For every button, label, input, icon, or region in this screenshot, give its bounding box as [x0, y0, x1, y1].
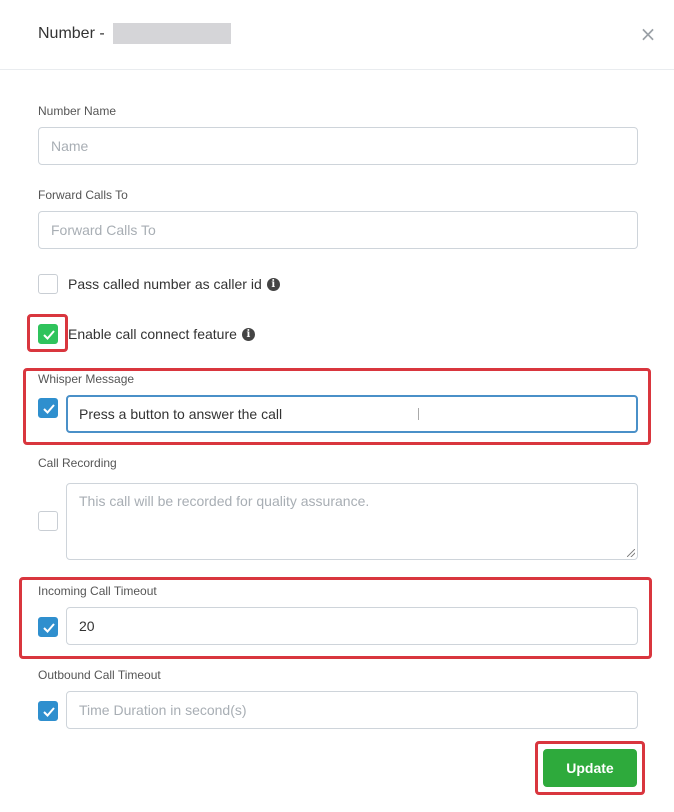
recording-checkbox[interactable]: [38, 511, 58, 531]
incoming-timeout-label: Incoming Call Timeout: [38, 584, 157, 598]
forward-calls-label: Forward Calls To: [38, 188, 128, 202]
outbound-timeout-label: Outbound Call Timeout: [38, 668, 161, 682]
incoming-timeout-checkbox[interactable]: [38, 617, 58, 637]
recording-textarea[interactable]: This call will be recorded for quality a…: [66, 483, 638, 560]
check-icon: [43, 623, 55, 633]
modal-header: Number - ×: [0, 0, 674, 70]
outbound-timeout-checkbox[interactable]: [38, 701, 58, 721]
info-icon[interactable]: i: [266, 277, 280, 291]
update-button[interactable]: Update: [543, 749, 637, 787]
check-icon: [43, 404, 55, 414]
highlight-call-connect: [27, 314, 68, 352]
redacted-number: [112, 23, 231, 44]
close-icon[interactable]: ×: [638, 24, 658, 44]
incoming-timeout-input[interactable]: 20: [66, 607, 638, 645]
modal-title-text: Number -: [38, 24, 105, 42]
recording-label: Call Recording: [38, 456, 117, 470]
info-icon[interactable]: i: [241, 327, 255, 341]
call-connect-row: Enable call connect feature i: [68, 326, 255, 342]
recording-placeholder: This call will be recorded for quality a…: [79, 493, 370, 509]
outbound-timeout-input[interactable]: Time Duration in second(s): [66, 691, 638, 729]
modal-title: Number -: [38, 23, 231, 44]
pass-caller-id-label: Pass called number as caller id: [68, 276, 262, 292]
whisper-label: Whisper Message: [38, 372, 135, 386]
pass-caller-id-checkbox[interactable]: [38, 274, 58, 294]
whisper-input[interactable]: Press a button to answer the call: [66, 395, 638, 433]
whisper-checkbox[interactable]: [38, 398, 58, 418]
check-icon: [43, 707, 55, 717]
call-connect-label: Enable call connect feature: [68, 326, 237, 342]
pass-caller-id-row: Pass called number as caller id i: [68, 276, 280, 292]
resize-handle[interactable]: [627, 549, 635, 557]
number-modal: Number - × Number Name Name Forward Call…: [0, 0, 674, 812]
forward-calls-input[interactable]: Forward Calls To: [38, 211, 638, 249]
text-cursor: [418, 408, 424, 420]
number-name-label: Number Name: [38, 104, 117, 118]
number-name-input[interactable]: Name: [38, 127, 638, 165]
